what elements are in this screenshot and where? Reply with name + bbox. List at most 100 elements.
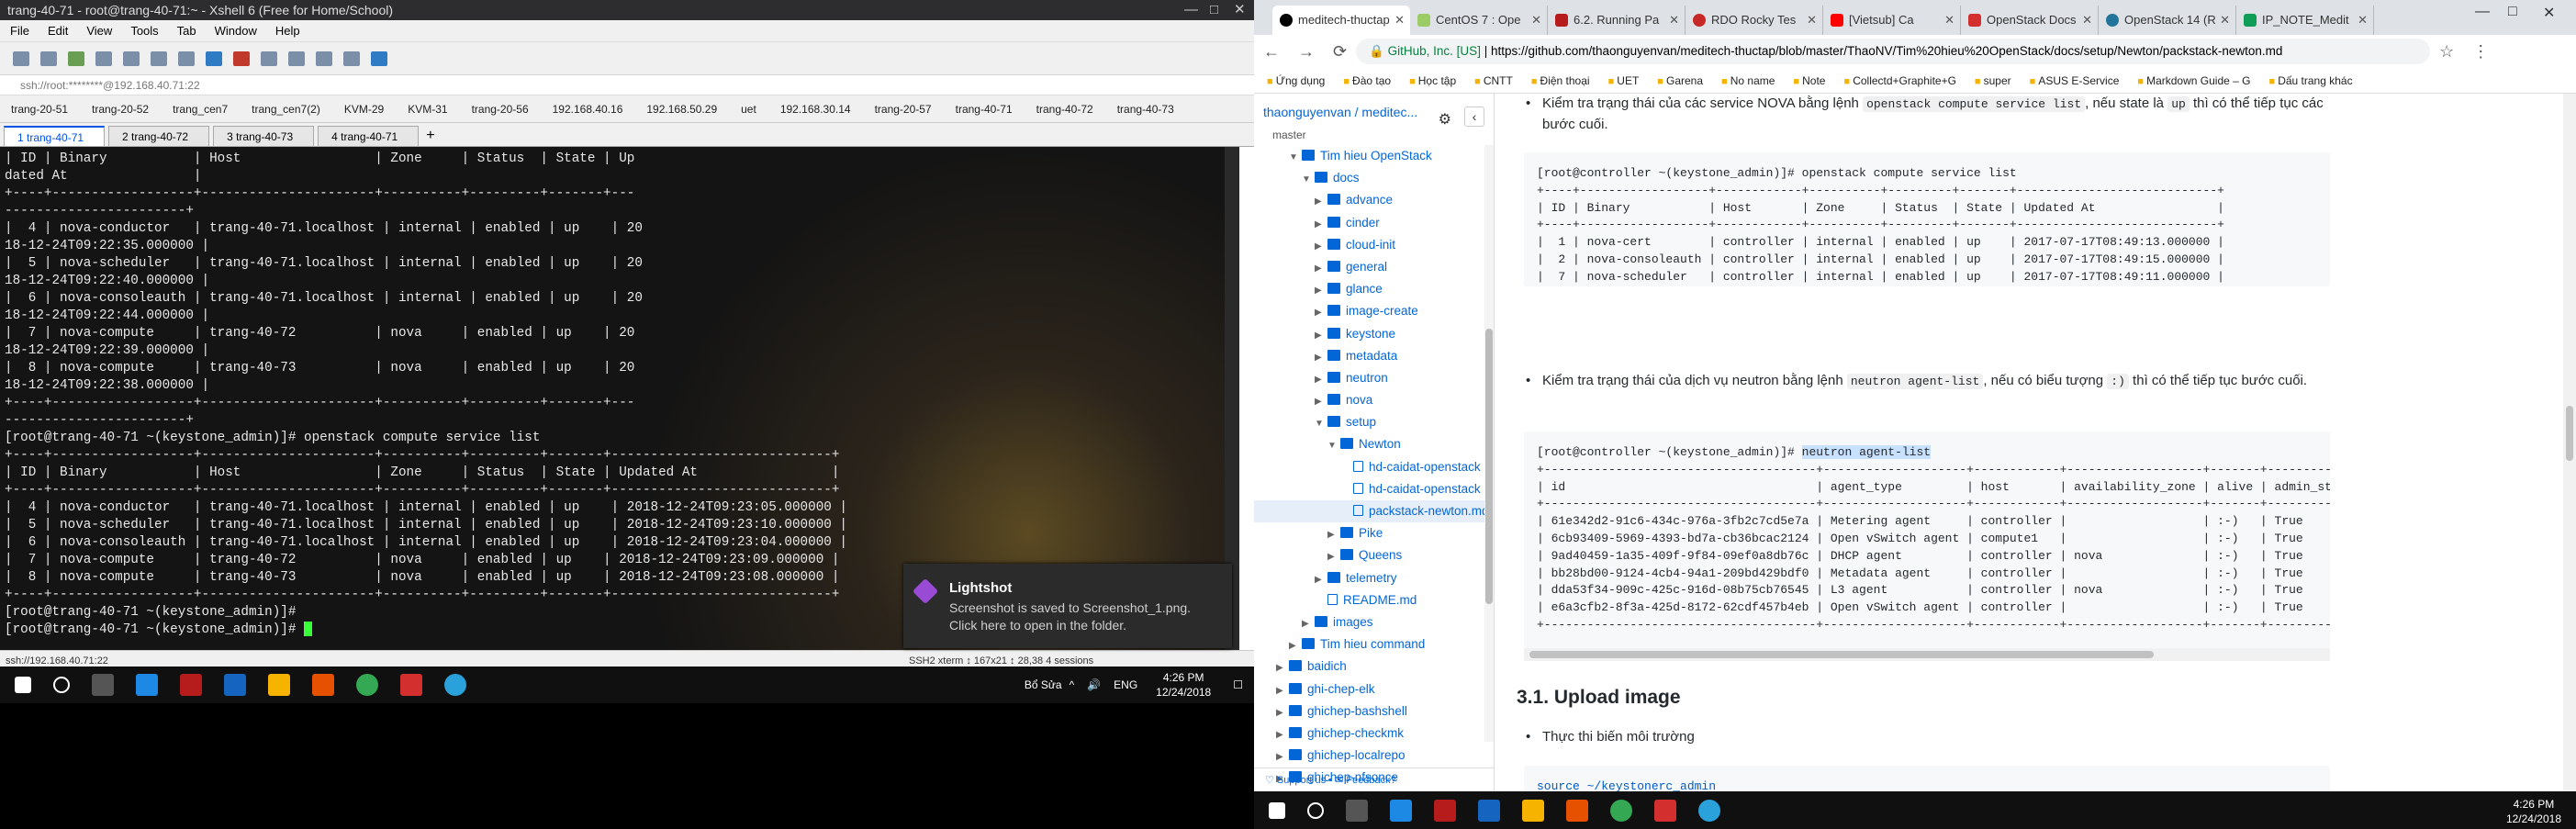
- bookmark[interactable]: ASUS E-Service: [2030, 74, 2119, 87]
- powershell-icon[interactable]: [1478, 799, 1500, 822]
- open-icon[interactable]: [40, 50, 57, 66]
- print-icon[interactable]: [178, 50, 195, 66]
- search-icon[interactable]: [1307, 801, 1324, 819]
- file-explorer-icon[interactable]: [1522, 799, 1544, 822]
- star-icon[interactable]: ☆: [2439, 42, 2454, 62]
- file-explorer-icon[interactable]: [268, 674, 290, 696]
- session-tab[interactable]: 3 trang-40-73: [213, 126, 315, 146]
- globe-icon[interactable]: [206, 50, 222, 66]
- close-tab-icon[interactable]: ✕: [2358, 6, 2368, 35]
- menu-window[interactable]: Window: [215, 24, 257, 38]
- xshell-icon[interactable]: [1654, 799, 1676, 822]
- tree-item[interactable]: ▶ glance: [1254, 278, 1494, 300]
- menu-tab[interactable]: Tab: [177, 24, 196, 38]
- menu-edit[interactable]: Edit: [48, 24, 68, 38]
- tree-item[interactable]: hd-caidat-openstack: [1254, 478, 1494, 500]
- telegram-icon[interactable]: [1698, 799, 1720, 822]
- tree-item[interactable]: ▼ Tim hieu OpenStack: [1254, 145, 1494, 167]
- powershell-icon[interactable]: [224, 674, 246, 696]
- task-view-icon[interactable]: [92, 674, 114, 696]
- search-icon[interactable]: [53, 677, 70, 693]
- bookmark[interactable]: Garena: [1657, 74, 1703, 87]
- close-tab-icon[interactable]: ✕: [2082, 6, 2092, 35]
- edge-icon[interactable]: [136, 674, 158, 696]
- bookmark[interactable]: Dấu trang khác: [2268, 74, 2352, 87]
- tree-item[interactable]: ▶ images: [1254, 611, 1494, 633]
- link-item[interactable]: trang-40-72: [1036, 103, 1093, 116]
- find-icon[interactable]: [151, 50, 167, 66]
- lightshot-notification[interactable]: Lightshot Screenshot is saved to Screens…: [903, 564, 1232, 648]
- menu-tools[interactable]: Tools: [130, 24, 158, 38]
- close-tab-icon[interactable]: ✕: [1944, 6, 1954, 35]
- link-item[interactable]: 192.168.30.14: [780, 103, 851, 116]
- tree-item[interactable]: README.md: [1254, 589, 1494, 611]
- link-item[interactable]: uet: [741, 103, 756, 116]
- reload-icon[interactable]: ⟳: [1333, 42, 1347, 62]
- forward-icon[interactable]: →: [1298, 42, 1315, 62]
- maximize-icon[interactable]: □: [1210, 0, 1218, 20]
- menu-icon[interactable]: ⋮: [2472, 42, 2489, 62]
- bookmark[interactable]: Note: [1793, 74, 1825, 87]
- bookmark[interactable]: UET: [1608, 74, 1639, 87]
- session-address[interactable]: ssh://root:********@192.168.40.71:22: [0, 75, 1254, 95]
- minimize-icon[interactable]: —: [1184, 0, 1198, 20]
- tray-chevron-icon[interactable]: ^: [1070, 678, 1075, 691]
- chrome-icon[interactable]: [1610, 799, 1632, 822]
- bookmark[interactable]: super: [1975, 74, 2011, 87]
- clock[interactable]: 4:26 PM 12/24/2018: [2506, 797, 2561, 826]
- sidebar-scrollbar[interactable]: [1484, 145, 1494, 742]
- code-scrollbar[interactable]: [1524, 648, 2330, 661]
- tree-item[interactable]: ▼ docs: [1254, 167, 1494, 189]
- close-icon[interactable]: ✕: [2543, 4, 2555, 22]
- paste-icon[interactable]: [123, 50, 140, 66]
- keyboard-icon[interactable]: [288, 50, 305, 66]
- browser-tab[interactable]: [Vietsub] Ca ✕: [1823, 6, 1961, 35]
- link-item[interactable]: trang-40-73: [1117, 103, 1174, 116]
- bookmark[interactable]: CNTT: [1474, 74, 1513, 87]
- link-item[interactable]: trang-20-51: [11, 103, 68, 116]
- browser-tab[interactable]: IP_NOTE_Medit ✕: [2236, 6, 2374, 35]
- page-scrollbar[interactable]: [2563, 94, 2576, 791]
- tree-item[interactable]: hd-caidat-openstack: [1254, 456, 1494, 478]
- link-item[interactable]: trang-40-71: [956, 103, 1013, 116]
- tree-item[interactable]: packstack-newton.md: [1254, 500, 1494, 523]
- menu-help[interactable]: Help: [275, 24, 300, 38]
- tree-item[interactable]: ▶ metadata: [1254, 345, 1494, 367]
- sublime-icon[interactable]: [312, 674, 334, 696]
- menu-file[interactable]: File: [10, 24, 29, 38]
- edge-icon[interactable]: [1390, 799, 1412, 822]
- sidebar-footer[interactable]: ♡ Support us • ✉ Feedback?: [1254, 767, 1494, 791]
- telegram-icon[interactable]: [444, 674, 466, 696]
- bookmark[interactable]: Điện thoại: [1531, 74, 1590, 87]
- link-item[interactable]: trang_cen7: [173, 103, 228, 116]
- browser-tab[interactable]: OpenStack Docs ✕: [1961, 6, 2099, 35]
- close-tab-icon[interactable]: ✕: [1807, 6, 1817, 35]
- bookmark[interactable]: Đào tạo: [1343, 74, 1391, 87]
- sublime-icon[interactable]: [1566, 799, 1588, 822]
- chrome-icon[interactable]: [356, 674, 378, 696]
- bookmark[interactable]: Ứng dụng: [1267, 74, 1326, 87]
- bookmark[interactable]: Học tập: [1409, 74, 1456, 87]
- repo-name[interactable]: thaonguyenvan / meditec...: [1263, 105, 1417, 119]
- tree-item[interactable]: ▶ ghichep-localrepo: [1254, 745, 1494, 767]
- bookmark[interactable]: Markdown Guide – G: [2137, 74, 2250, 87]
- maximize-icon[interactable]: □: [2508, 4, 2517, 20]
- link-item[interactable]: KVM-29: [344, 103, 384, 116]
- tree-item[interactable]: ▶ cinder: [1254, 212, 1494, 234]
- session-tab[interactable]: 4 trang-40-71: [318, 126, 420, 146]
- lock-icon[interactable]: [261, 50, 277, 66]
- new-session-icon[interactable]: [13, 50, 29, 66]
- tree-item[interactable]: ▶ telemetry: [1254, 567, 1494, 589]
- link-item[interactable]: 192.168.40.16: [553, 103, 623, 116]
- help-icon[interactable]: [371, 50, 387, 66]
- menu-view[interactable]: View: [86, 24, 112, 38]
- clock[interactable]: 4:26 PM 12/24/2018: [1156, 670, 1211, 700]
- bookmark[interactable]: No name: [1721, 74, 1775, 87]
- close-tab-icon[interactable]: ✕: [1394, 6, 1405, 35]
- tree-item[interactable]: ▼ Newton: [1254, 433, 1494, 455]
- tree-item[interactable]: ▶ ghichep-checkmk: [1254, 723, 1494, 745]
- tree-item[interactable]: ▼ setup: [1254, 411, 1494, 433]
- close-tab-icon[interactable]: ✕: [1531, 6, 1541, 35]
- tree-item[interactable]: ▶ neutron: [1254, 367, 1494, 389]
- tree-item[interactable]: ▶ cloud-init: [1254, 234, 1494, 256]
